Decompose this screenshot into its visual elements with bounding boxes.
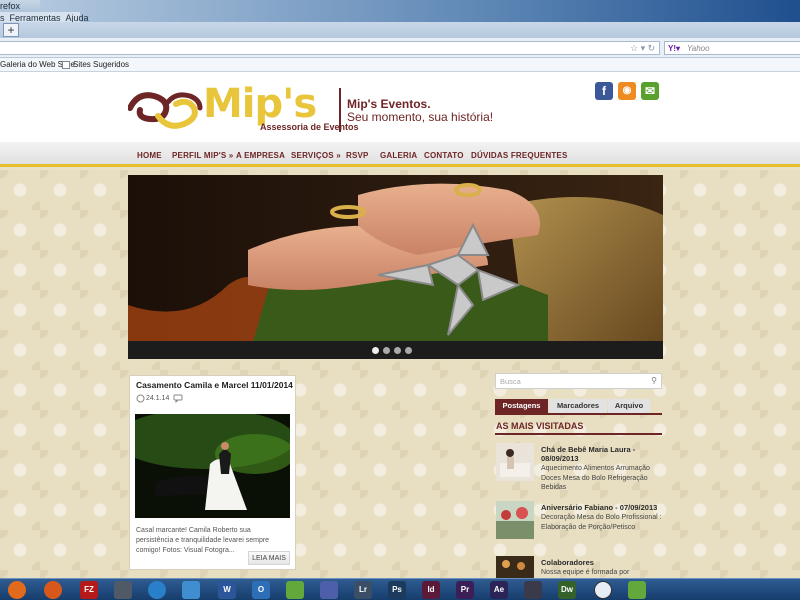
facebook-icon[interactable]: f — [595, 82, 613, 100]
popular-post-1-title[interactable]: Chá de Bebê Maria Laura - 08/09/2013 — [541, 445, 665, 463]
url-actions: ☆ ▾ ↻ — [630, 41, 660, 55]
rss-icon[interactable]: ◉ — [618, 82, 636, 100]
tab-arquivo[interactable]: Arquivo — [608, 399, 650, 413]
yahoo-icon[interactable]: Y!▾ — [668, 43, 680, 55]
slider-dot-2[interactable] — [383, 347, 390, 354]
nav-galeria[interactable]: GALERIA — [380, 142, 417, 169]
bookmark-sites-sugeridos[interactable]: Sites Sugeridos — [73, 58, 129, 72]
popular-post-2-desc: Decoração Mesa do Bolo Profissional : El… — [541, 514, 662, 531]
email-icon[interactable]: ✉ — [641, 82, 659, 100]
search-input[interactable]: Y!▾ Yahoo — [664, 41, 800, 55]
sidebar-search-placeholder: Busca — [500, 377, 521, 386]
navigation-bar: ☆ ▾ ↻ Y!▾ Yahoo — [0, 38, 800, 58]
sidebar-search-input[interactable]: Busca ⚲ — [495, 373, 662, 389]
post-date: 24.1.14 — [146, 395, 170, 402]
after-effects-icon[interactable]: Ae — [490, 581, 508, 599]
tab-underline — [495, 413, 662, 415]
dreamweaver-icon[interactable]: Dw — [558, 581, 576, 599]
tagline-title: Mip's Eventos. — [347, 97, 431, 111]
inkscape-icon[interactable] — [320, 581, 338, 599]
nav-duvidas[interactable]: DÚVIDAS FREQUENTES — [471, 142, 568, 169]
post-photo[interactable] — [135, 414, 290, 518]
camera-icon[interactable] — [114, 581, 132, 599]
slider-dot-1[interactable] — [372, 347, 379, 354]
logo-subtitle: Assessoria de Eventos — [260, 122, 359, 132]
comment-icon[interactable] — [173, 394, 183, 403]
dropdown-arrow-icon[interactable]: ▾ — [641, 43, 646, 53]
slider-dot-3[interactable] — [394, 347, 401, 354]
media-encoder-icon[interactable] — [524, 581, 542, 599]
hero-photo — [128, 175, 663, 359]
premiere-icon[interactable]: Pr — [456, 581, 474, 599]
popular-post-2-thumb[interactable] — [496, 501, 534, 539]
outlook-icon[interactable]: O — [252, 581, 270, 599]
tagline-subtitle: Seu momento, sua história! — [347, 110, 494, 124]
search-icon[interactable]: ⚲ — [651, 376, 657, 385]
lightroom-icon[interactable]: Lr — [354, 581, 372, 599]
menu-bar: s Ferramentas Ajuda — [0, 12, 89, 23]
tab-marcadores[interactable]: Marcadores — [549, 399, 607, 413]
corel-draw-icon[interactable] — [628, 581, 646, 599]
word-icon[interactable]: W — [218, 581, 236, 599]
taskbar: FZ W O Lr Ps Id Pr Ae Dw — [0, 578, 800, 600]
bookmarks-bar: Galeria do Web Slice Sites Sugeridos — [0, 58, 800, 72]
popular-post-3-thumb[interactable] — [496, 556, 534, 578]
photoshop-icon[interactable]: Ps — [388, 581, 406, 599]
read-more-button[interactable]: LEIA MAIS — [248, 551, 290, 565]
reload-icon[interactable]: ↻ — [648, 43, 656, 53]
slider-dot-4[interactable] — [405, 347, 412, 354]
nav-rsvp[interactable]: RSVP — [346, 142, 369, 169]
globe-icon[interactable] — [148, 581, 166, 599]
logo-graphic[interactable] — [128, 86, 203, 136]
firefox-icon[interactable] — [44, 581, 62, 599]
window-title: refox — [0, 1, 21, 11]
nav-perfil[interactable]: PERFIL MIP'S » — [172, 142, 233, 169]
clock-icon[interactable] — [594, 581, 612, 599]
popular-post-1-thumb[interactable] — [496, 443, 534, 481]
popular-post-2-title[interactable]: Aniversário Fabiano - 07/09/2013 — [541, 503, 665, 512]
corel-icon[interactable] — [286, 581, 304, 599]
tab-bar: + — [0, 22, 800, 38]
bookmark-checkbox-icon — [62, 61, 70, 69]
tab-postagens[interactable]: Postagens — [495, 399, 548, 413]
nav-servicos[interactable]: SERVIÇOS » — [291, 142, 341, 169]
header-divider — [339, 88, 341, 132]
indesign-icon[interactable]: Id — [422, 581, 440, 599]
clock-icon — [136, 394, 145, 403]
popular-post-3-title[interactable]: Colaboradores — [541, 558, 665, 567]
hero-slider[interactable] — [128, 175, 663, 359]
slider-pagination — [128, 341, 663, 359]
site-nav: HOME PERFIL MIP'S » A EMPRESA SERVIÇOS »… — [0, 142, 800, 167]
window-title-bar: refox — [0, 0, 40, 12]
popular-posts-divider — [495, 433, 662, 435]
post-card: Casamento Camila e Marcel 11/01/2014 24.… — [129, 375, 296, 570]
nav-empresa[interactable]: A EMPRESA — [236, 142, 285, 169]
bookmark-star-icon[interactable]: ☆ — [630, 43, 638, 53]
popular-post-1-desc: Aquecimento Alimentos Arrumação Doces Me… — [541, 465, 650, 491]
cube-icon[interactable] — [182, 581, 200, 599]
nav-contato[interactable]: CONTATO — [424, 142, 464, 169]
filezilla-icon[interactable]: FZ — [80, 581, 98, 599]
popular-posts-heading: AS MAIS VISITADAS — [496, 421, 584, 431]
popular-post-3-desc: Nossa equipe é formada por — [541, 569, 630, 576]
search-placeholder: Yahoo — [687, 44, 710, 53]
url-field[interactable] — [0, 41, 660, 55]
logo-text[interactable]: Mip's — [203, 84, 317, 124]
post-title[interactable]: Casamento Camila e Marcel 11/01/2014 — [136, 380, 293, 390]
window-title-strip — [0, 0, 800, 22]
media-player-icon[interactable] — [8, 581, 26, 599]
nav-home[interactable]: HOME — [137, 142, 162, 169]
new-tab-button[interactable]: + — [3, 23, 19, 37]
